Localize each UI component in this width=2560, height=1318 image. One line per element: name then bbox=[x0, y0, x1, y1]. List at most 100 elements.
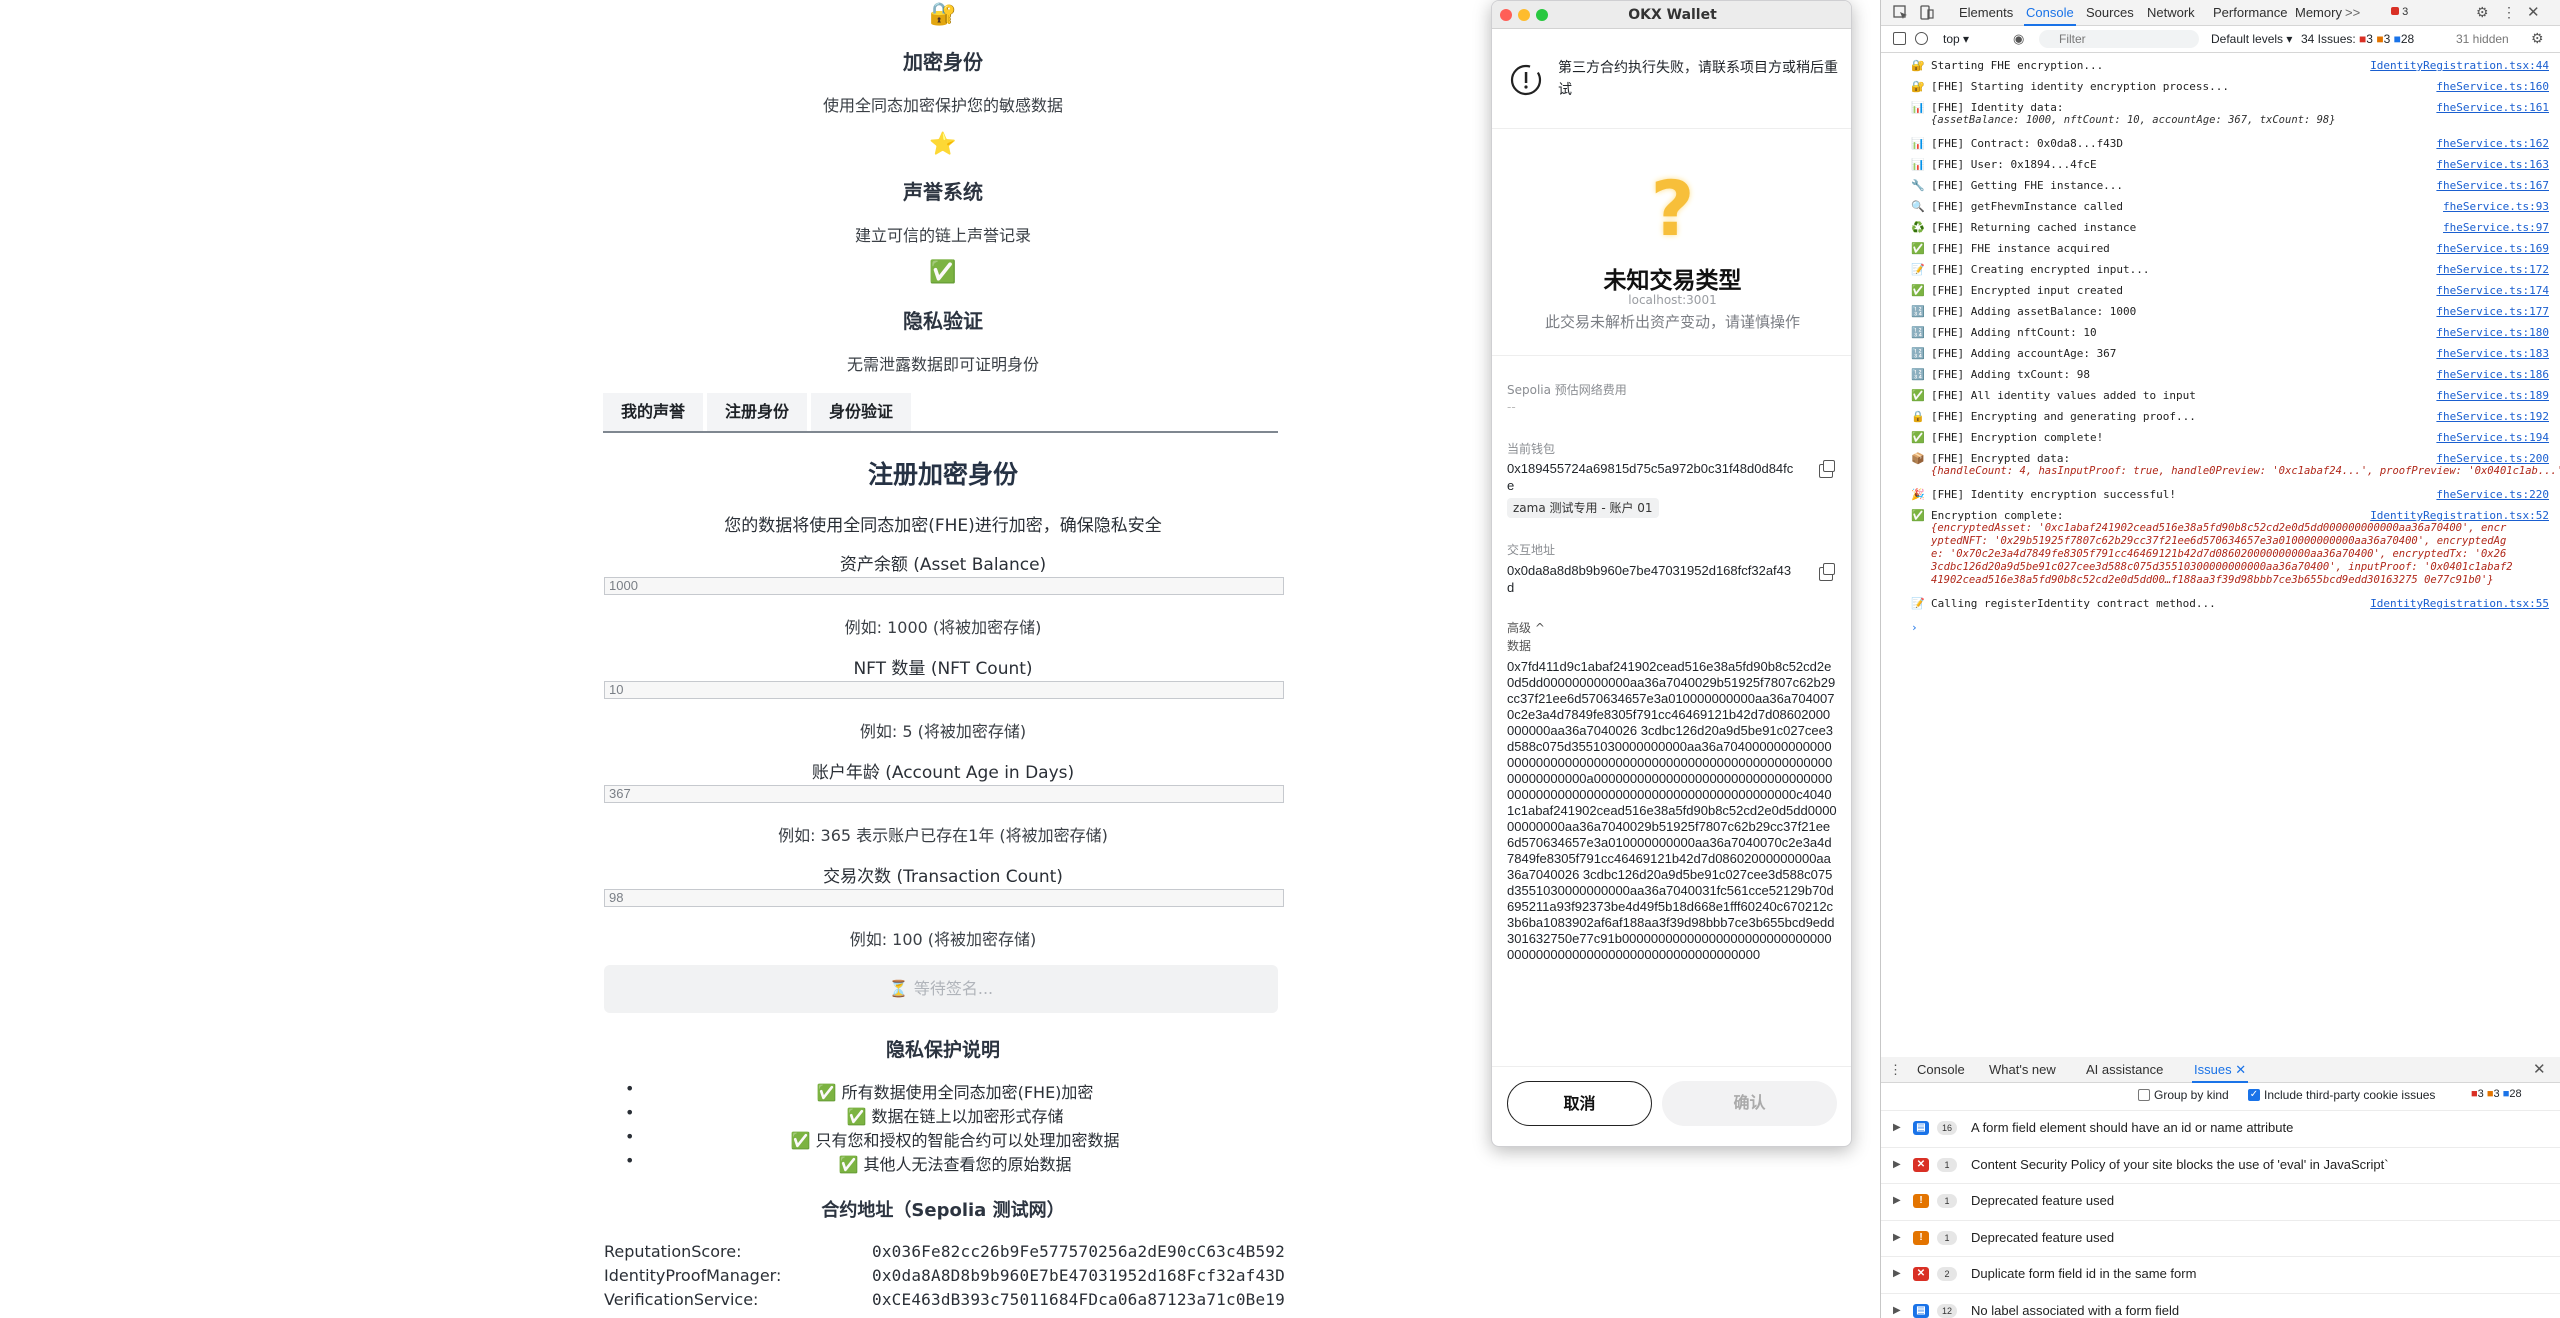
log-object-preview[interactable]: yptedNFT: '0x29b51925f7807c62b29cc37f21e… bbox=[1931, 535, 2506, 548]
log-source-link[interactable]: fheService.ts:162 bbox=[2436, 137, 2549, 150]
issues-summary[interactable]: 34 Issues: ■3 ■3 ■28 bbox=[2301, 32, 2414, 46]
drawer-tab-console[interactable]: Console bbox=[1915, 1057, 1967, 1083]
drawer-close-icon[interactable]: ✕ bbox=[2533, 1060, 2546, 1078]
advanced-toggle[interactable]: 高级 ^ bbox=[1507, 619, 1545, 636]
issue-text: No label associated with a form field bbox=[1971, 1302, 2180, 1318]
log-object-preview[interactable]: {handleCount: 4, hasInputProof: true, ha… bbox=[1931, 465, 2560, 478]
log-icon: ✅ bbox=[1911, 242, 1925, 255]
error-badge[interactable]: 3 bbox=[2391, 6, 2413, 20]
log-source-link[interactable]: fheService.ts:97 bbox=[2443, 221, 2549, 234]
contract-address: 0xCE463dB393c75011684FDca06a87123a71c0Be… bbox=[872, 1290, 1285, 1309]
device-toolbar-icon[interactable] bbox=[1919, 5, 1934, 20]
context-selector[interactable]: top ▾ bbox=[1943, 32, 1969, 46]
copy-icon[interactable] bbox=[1819, 460, 1835, 478]
clear-console-icon[interactable] bbox=[1915, 32, 1928, 45]
settings-icon[interactable]: ⚙ bbox=[2476, 4, 2489, 21]
account-age-input[interactable]: 367 bbox=[604, 785, 1284, 803]
log-icon: 🔧 bbox=[1911, 179, 1925, 192]
sidebar-toggle-icon[interactable] bbox=[1893, 32, 1906, 45]
log-source-link[interactable]: fheService.ts:169 bbox=[2436, 242, 2549, 255]
copy-icon[interactable] bbox=[1819, 563, 1835, 581]
expand-arrow-icon[interactable]: ▶ bbox=[1893, 1159, 1901, 1170]
expand-arrow-icon[interactable]: ▶ bbox=[1893, 1268, 1901, 1279]
log-source-link[interactable]: fheService.ts:163 bbox=[2436, 158, 2549, 171]
issue-row[interactable]: ▶! 1 Deprecated feature used bbox=[1881, 1219, 2560, 1256]
log-object-preview[interactable]: 3cdbc126d20a9d5be91c027cee3d588c075d3551… bbox=[1931, 561, 2513, 574]
drawer-menu-icon[interactable]: ⋮ bbox=[1889, 1062, 1902, 1078]
minimize-window-button[interactable] bbox=[1518, 9, 1530, 21]
more-tabs-icon[interactable]: >> bbox=[2343, 0, 2362, 26]
kebab-menu-icon[interactable]: ⋮ bbox=[2502, 4, 2516, 21]
issue-row[interactable]: ▶ ▤ 16 A form field element should have an … bbox=[1881, 1110, 2560, 1146]
nft-count-input[interactable]: 10 bbox=[604, 681, 1284, 699]
log-object-preview[interactable]: 41902cead516e38a5fd90b8c52cd2e0d5dd00…f1… bbox=[1931, 574, 2494, 587]
confirm-button[interactable]: 确认 bbox=[1662, 1081, 1837, 1126]
log-source-link[interactable]: fheService.ts:161 bbox=[2436, 101, 2549, 114]
log-source-link[interactable]: IdentityRegistration.tsx:55 bbox=[2370, 597, 2549, 610]
issue-row[interactable]: ▶ ✕ 2 Duplicate form field id in the same f… bbox=[1881, 1256, 2560, 1292]
log-source-link[interactable]: fheService.ts:186 bbox=[2436, 368, 2549, 381]
log-source-link[interactable]: fheService.ts:194 bbox=[2436, 431, 2549, 444]
tab-memory[interactable]: Memory bbox=[2293, 0, 2344, 26]
log-source-link[interactable]: fheService.ts:220 bbox=[2436, 488, 2549, 501]
feature-desc: 使用全同态加密保护您的敏感数据 bbox=[822, 96, 1063, 115]
tab-my-reputation[interactable]: 我的声誉 bbox=[603, 393, 704, 433]
tab-elements[interactable]: Elements bbox=[1957, 0, 2015, 26]
issue-row[interactable]: ▶ ✕ 1 Content Security Policy of your site … bbox=[1881, 1146, 2560, 1183]
log-text: [FHE] Encrypted data: bbox=[1931, 452, 2071, 465]
close-window-button[interactable] bbox=[1500, 9, 1512, 21]
tab-network[interactable]: Network bbox=[2145, 0, 2197, 26]
log-levels-select[interactable]: Default levels ▾ bbox=[2211, 32, 2292, 46]
log-source-link[interactable]: fheService.ts:189 bbox=[2436, 389, 2549, 402]
cancel-button[interactable]: 取消 bbox=[1507, 1081, 1652, 1126]
log-source-link[interactable]: fheService.ts:93 bbox=[2443, 200, 2549, 213]
drawer-tab-issues[interactable]: Issues ✕ bbox=[2192, 1057, 2249, 1083]
tx-count-input[interactable]: 98 bbox=[604, 889, 1284, 907]
log-source-link[interactable]: fheService.ts:180 bbox=[2436, 326, 2549, 339]
group-by-kind-checkbox[interactable] bbox=[2138, 1089, 2150, 1101]
inspect-icon[interactable] bbox=[1893, 5, 1908, 20]
tab-performance[interactable]: Performance bbox=[2211, 0, 2289, 26]
log-source-link[interactable]: fheService.ts:200 bbox=[2436, 452, 2549, 465]
issue-row[interactable]: ▶! 1 Deprecated feature used bbox=[1881, 1183, 2560, 1219]
wallet-popup: OKX Wallet 第三方合约执行失败，请联系项目方或稍后重试 ? 未知交易类… bbox=[1491, 0, 1852, 1147]
tab-console[interactable]: Console bbox=[2024, 0, 2076, 26]
log-icon: 🔐 bbox=[1911, 59, 1925, 72]
expand-arrow-icon[interactable]: ▶ bbox=[1893, 1195, 1901, 1206]
maximize-window-button[interactable] bbox=[1536, 9, 1548, 21]
log-source-link[interactable]: IdentityRegistration.tsx:52 bbox=[2370, 509, 2549, 522]
issue-text: Duplicate form field id in the same form bbox=[1971, 1266, 2197, 1281]
issue-error-icon: ✕ bbox=[1913, 1267, 1929, 1281]
log-source-link[interactable]: fheService.ts:160 bbox=[2436, 80, 2549, 93]
submit-button[interactable]: ⏳ 等待签名... bbox=[604, 965, 1278, 1013]
issue-row[interactable]: ▶ ▤ 12 No label associated with a form fiel… bbox=[1881, 1292, 2560, 1318]
log-object-preview[interactable]: e: '0x70c2e3a4d7849fe8305f791cc46469121b… bbox=[1931, 548, 2506, 561]
third-party-checkbox[interactable]: ✓ bbox=[2248, 1089, 2260, 1101]
tab-register-identity[interactable]: 注册身份 bbox=[707, 393, 808, 433]
tab-verify-identity[interactable]: 身份验证 bbox=[811, 393, 912, 433]
issue-info-icon: ▤ bbox=[1913, 1303, 1929, 1318]
log-source-link[interactable]: fheService.ts:192 bbox=[2436, 410, 2549, 423]
expand-arrow-icon[interactable]: ▶ bbox=[1893, 1305, 1901, 1316]
close-icon[interactable]: ✕ bbox=[2527, 3, 2540, 21]
expand-arrow-icon[interactable]: ▶ bbox=[1893, 1122, 1901, 1133]
log-source-link[interactable]: fheService.ts:172 bbox=[2436, 263, 2549, 276]
log-icon: ✅ bbox=[1911, 431, 1925, 444]
filter-input[interactable]: Filter bbox=[2039, 30, 2199, 48]
expand-arrow-icon[interactable]: ▶ bbox=[1893, 1232, 1901, 1243]
devtools-panel: Elements Console Sources Network Perform… bbox=[1880, 0, 2560, 1318]
asset-balance-input[interactable]: 1000 bbox=[604, 577, 1284, 595]
tab-sources[interactable]: Sources bbox=[2084, 0, 2136, 26]
log-object-preview[interactable]: {encryptedAsset: '0xc1abaf241902cead516e… bbox=[1931, 522, 2506, 535]
drawer-tab-ai[interactable]: AI assistance bbox=[2084, 1057, 2165, 1083]
log-source-link[interactable]: fheService.ts:174 bbox=[2436, 284, 2549, 297]
log-source-link[interactable]: fheService.ts:167 bbox=[2436, 179, 2549, 192]
log-object-preview[interactable]: {assetBalance: 1000, nftCount: 10, accou… bbox=[1931, 114, 2336, 127]
log-source-link[interactable]: IdentityRegistration.tsx:44 bbox=[2370, 59, 2549, 72]
eye-icon[interactable]: ◉ bbox=[2013, 31, 2024, 47]
drawer-tab-whats-new[interactable]: What's new bbox=[1987, 1057, 2058, 1083]
log-source-link[interactable]: fheService.ts:183 bbox=[2436, 347, 2549, 360]
log-source-link[interactable]: fheService.ts:177 bbox=[2436, 305, 2549, 318]
feature-title: 加密身份 bbox=[903, 50, 983, 74]
console-settings-icon[interactable]: ⚙ bbox=[2531, 30, 2544, 47]
